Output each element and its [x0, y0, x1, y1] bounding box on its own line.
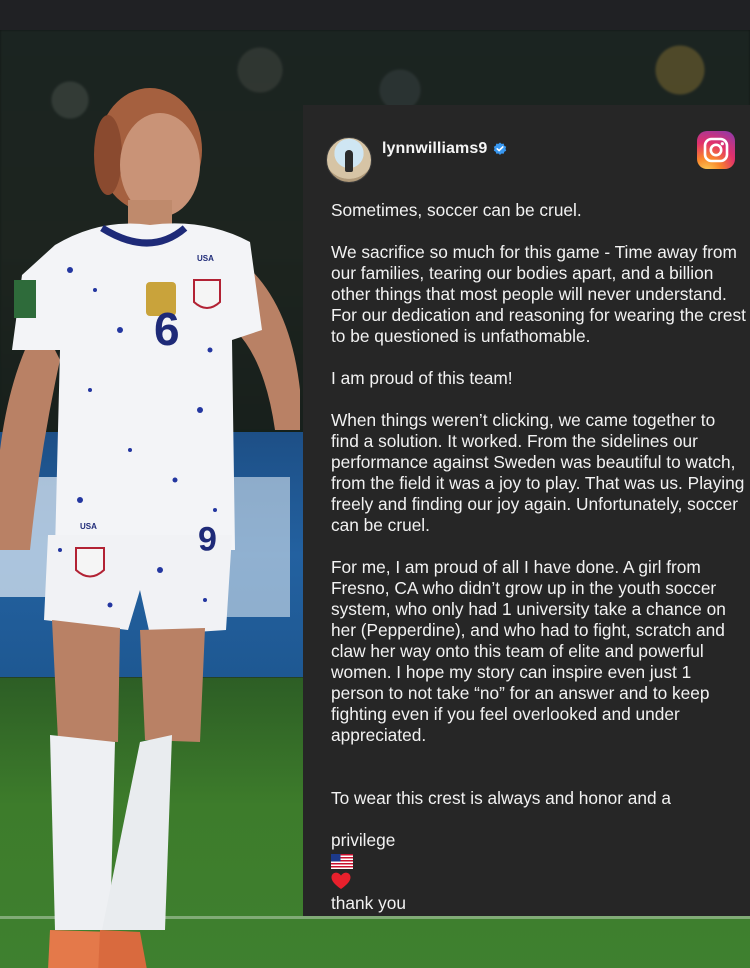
- verified-badge-icon: [493, 142, 507, 155]
- closing-text-1: To wear this crest is always and honor a…: [331, 788, 672, 808]
- username[interactable]: lynnwilliams9: [382, 140, 487, 158]
- jersey-crest-text: USA: [197, 254, 214, 263]
- shorts-crest-text: USA: [80, 522, 97, 531]
- instagram-post-card: lynnwilliams9 Sometimes, soccer can be c…: [303, 105, 750, 916]
- caption-paragraph: For me, I am proud of all I have done. A…: [331, 557, 726, 745]
- instagram-logo-icon[interactable]: [697, 131, 735, 169]
- closing-text-2: privilege: [331, 830, 396, 850]
- caption-paragraph: When things weren’t clicking, we came to…: [331, 410, 745, 535]
- post-caption: Sometimes, soccer can be cruel. We sacri…: [331, 200, 747, 914]
- red-heart-icon: [331, 872, 351, 889]
- soccer-player-image: [0, 88, 300, 968]
- shorts-number: 6: [198, 519, 217, 557]
- jersey-number: 6: [154, 303, 180, 355]
- post-header: lynnwilliams9: [303, 105, 750, 195]
- caption-paragraph: Sometimes, soccer can be cruel.: [331, 200, 582, 220]
- caption-closing: To wear this crest is always and honor a…: [331, 767, 747, 914]
- caption-paragraph: I am proud of this team!: [331, 368, 513, 388]
- top-bar: [0, 0, 750, 30]
- us-flag-icon: [331, 854, 353, 869]
- avatar[interactable]: [326, 137, 372, 183]
- closing-text-3: thank you: [331, 893, 406, 913]
- caption-paragraph: We sacrifice so much for this game - Tim…: [331, 242, 746, 346]
